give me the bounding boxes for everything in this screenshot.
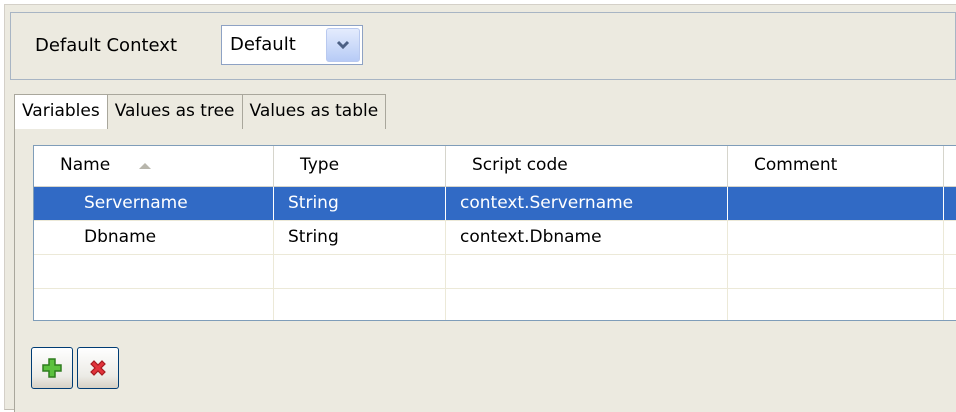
column-header-label: Name [60, 155, 111, 175]
cell-script-code[interactable]: context.Dbname [446, 221, 728, 254]
cell-name[interactable]: Dbname [34, 221, 274, 254]
cell-script-code [446, 255, 728, 288]
remove-variable-button[interactable] [77, 347, 119, 389]
cell-script-code[interactable]: context.Servername [446, 187, 728, 220]
cell-name [34, 289, 274, 320]
sort-ascending-icon [138, 155, 152, 175]
cell-type [274, 289, 446, 320]
default-context-dropdown[interactable]: Default [221, 25, 363, 65]
column-header-comment[interactable]: Comment [728, 146, 944, 186]
variables-table: Name Type Script code Comment Servername… [33, 145, 956, 321]
tab-variables[interactable]: Variables [14, 94, 108, 130]
cell-filler [944, 221, 956, 254]
cell-filler [944, 289, 956, 320]
cell-type[interactable]: String [274, 187, 446, 220]
tab-values-as-tree[interactable]: Values as tree [107, 94, 243, 130]
chevron-down-icon[interactable] [326, 28, 360, 62]
default-context-group: Default Context Default [10, 12, 956, 80]
tab-values-as-table[interactable]: Values as table [242, 94, 387, 130]
default-context-label: Default Context [35, 35, 178, 56]
add-variable-button[interactable] [31, 347, 73, 389]
cell-filler [944, 255, 956, 288]
column-header-filler [944, 146, 956, 186]
cell-filler [944, 187, 956, 220]
table-row[interactable]: Dbname String context.Dbname [34, 221, 956, 255]
table-row-empty [34, 255, 956, 289]
cell-type [274, 255, 446, 288]
table-row[interactable]: Servername String context.Servername [34, 187, 956, 221]
table-header: Name Type Script code Comment [34, 146, 956, 187]
plus-icon [42, 358, 62, 378]
cell-comment [728, 289, 944, 320]
cell-comment [728, 255, 944, 288]
column-header-label: Comment [754, 155, 838, 175]
delete-x-icon [90, 360, 106, 376]
column-header-script-code[interactable]: Script code [446, 146, 728, 186]
cell-name [34, 255, 274, 288]
column-header-label: Script code [472, 155, 568, 175]
cell-comment[interactable] [728, 187, 944, 220]
cell-name[interactable]: Servername [34, 187, 274, 220]
context-tabs: Variables Values as tree Values as table [14, 94, 387, 130]
column-header-type[interactable]: Type [274, 146, 446, 186]
column-header-label: Type [300, 155, 340, 175]
variables-panel: Name Type Script code Comment Servername… [14, 129, 956, 412]
cell-type[interactable]: String [274, 221, 446, 254]
default-context-value: Default [230, 34, 296, 55]
cell-script-code [446, 289, 728, 320]
table-row-empty [34, 289, 956, 320]
column-header-name[interactable]: Name [34, 146, 274, 186]
cell-comment[interactable] [728, 221, 944, 254]
